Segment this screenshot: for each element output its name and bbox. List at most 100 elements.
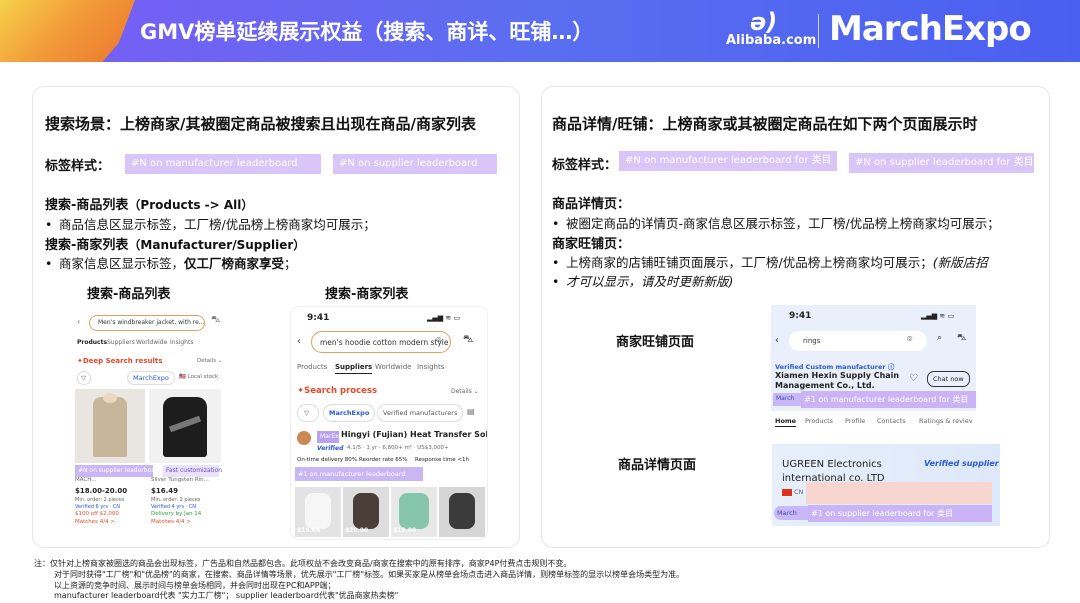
bullet-dot: • xyxy=(552,255,560,270)
supplier-search-input[interactable]: men's hoodie cotton modern style ⌾ xyxy=(311,331,451,353)
caption-store-page: 商家旺铺页面 xyxy=(616,335,695,350)
caption-supplier-list: 搜索-商家列表 xyxy=(325,287,409,302)
tab-products[interactable]: Products xyxy=(77,339,107,346)
supplier-product-image-3[interactable]: $19.00 xyxy=(391,487,437,537)
product-price-2: $16.49 xyxy=(151,487,179,495)
filter-icon[interactable]: ▽ xyxy=(77,371,91,385)
supplier-product-image-1[interactable]: $19.66 xyxy=(295,487,341,537)
tab-products[interactable]: Products xyxy=(297,363,327,371)
back-arrow-icon[interactable]: ‹ xyxy=(77,317,80,326)
supplier-product-image-4[interactable] xyxy=(439,487,485,537)
product-matches-2[interactable]: Matches 4/4 > xyxy=(151,519,191,525)
camera-icon[interactable]: ⌾ xyxy=(907,335,912,345)
left-tag-style-label: 标签样式： xyxy=(45,159,111,174)
section-product-list-name: 搜索-商品列表 xyxy=(45,198,129,213)
note-line-2: 对于同时获得"工厂榜"和"优品榜"的商家，在搜索、商品详情等场景，优先展示"工厂… xyxy=(54,570,685,579)
product-promo-1: $100 off $2,000 xyxy=(75,511,119,517)
store-search-input[interactable]: rings ⌾ xyxy=(789,331,927,351)
product-image-jacket[interactable] xyxy=(75,389,145,463)
bullet-text: 上榜商家的店铺旺铺页面展示，工厂榜/优品榜上榜商家均可展示； xyxy=(566,255,933,270)
back-arrow-icon[interactable]: ‹ xyxy=(775,335,779,346)
product-matches-1[interactable]: Matches 4/4 > xyxy=(75,519,115,525)
cart-icon[interactable]: ⛍ xyxy=(957,333,966,344)
product-min-order-1: Min. order: 2 pieces xyxy=(75,497,125,503)
supplier-rating: 4.1/5 · 1 yr · 6,800+ m² · US$3,000+ xyxy=(347,445,449,451)
tab-worldwide[interactable]: Worldwide xyxy=(375,363,411,371)
bullet-dot: • xyxy=(45,256,53,271)
local-stock-filter[interactable]: 🇺🇸 Local stock xyxy=(179,374,218,380)
us-flag-icon[interactable]: ▤ xyxy=(467,407,475,416)
tab-insights[interactable]: Insights xyxy=(417,363,444,371)
supplier-avatar xyxy=(297,431,311,445)
logo-divider xyxy=(818,14,819,48)
details-link[interactable]: Details ⌄ xyxy=(451,388,479,395)
filter-icon[interactable]: ▽ xyxy=(297,404,319,422)
marchexpo-filter[interactable]: MarchExpo xyxy=(323,404,376,422)
tag-supplier-leaderboard: #N on supplier leaderboard xyxy=(333,154,497,174)
tab-profile[interactable]: Profile xyxy=(845,417,865,425)
product-name-2: Silver Tungsten Rin... xyxy=(151,477,209,483)
screenshot-product-list: Men's windbreaker jacket, with re... ‹ ⛍… xyxy=(73,309,225,527)
chat-now-button[interactable]: Chat now xyxy=(927,371,970,387)
marchexpo-mini-badge: MarEx xyxy=(317,431,339,443)
march-badge: March xyxy=(773,393,801,406)
supplier-product-price-3: $19.00 xyxy=(393,527,417,534)
header-banner: GMV榜单延续展示权益（搜索、商详、旺铺…） ǝ) Alibaba.com Ma… xyxy=(0,0,1080,62)
tab-home[interactable]: Home xyxy=(775,417,797,427)
product-leaderboard-tag: #N on supplier leaderboard xyxy=(75,465,161,477)
section-detail-page-bullet: • 被圈定商品的详情页-商家信息区展示标签，工厂榜/优品榜上榜商家均可展示； xyxy=(552,213,1000,232)
section-detail-page-title: 商品详情页： xyxy=(552,197,631,212)
marchexpo-filter[interactable]: MarchExpo xyxy=(127,371,175,385)
bullet-dot: • xyxy=(552,216,560,231)
marchexpo-logo: MarchExpo xyxy=(829,9,1032,49)
section-product-list-title: 搜索-商品列表（Products -> All） xyxy=(45,194,253,213)
product-image-black-jacket[interactable] xyxy=(149,389,221,463)
tag-manufacturer-leaderboard: #N on manufacturer leaderboard xyxy=(125,154,321,174)
cn-flag-icon xyxy=(782,489,792,496)
tab-worldwide[interactable]: Worldwide xyxy=(136,339,167,346)
cart-icon[interactable]: ⛍ xyxy=(463,334,473,347)
back-arrow-icon[interactable]: ‹ xyxy=(297,336,301,347)
store-company-name: Xiamen Hexin Supply Chain Management Co.… xyxy=(775,371,900,390)
deep-search-text: Deep Search results xyxy=(82,357,163,365)
product-name-1: MACH... xyxy=(75,477,97,483)
product-verified-2: Verified 4 yrs · CN xyxy=(151,504,196,510)
tab-suppliers[interactable]: Suppliers xyxy=(335,363,373,374)
bullet-text: 商家信息区显示标签， xyxy=(59,256,185,271)
note-line-4: manufacturer leaderboard代表 "实力工厂榜"； supp… xyxy=(54,591,399,600)
bullet-text-italic: (新版店招 xyxy=(932,255,988,270)
details-link[interactable]: Details ⌄ xyxy=(197,358,222,364)
supplier-product-price-2: $20.00 xyxy=(345,527,369,534)
bullet-text-end: ； xyxy=(284,256,297,271)
search-scenario-card: 搜索场景：上榜商家/其被圈定商品被搜索且出现在商品/商家列表 标签样式： #N … xyxy=(32,86,520,548)
product-price-1: $18.00-20.00 xyxy=(75,487,128,495)
store-verified: Verified Custom manufacturer ⓘ xyxy=(775,363,895,371)
search-icon[interactable]: ⌕ xyxy=(937,333,942,343)
tab-ratings[interactable]: Ratings & reviev xyxy=(919,417,973,425)
bullet-text-bold: 仅工厂榜商家享受 xyxy=(184,256,285,271)
heart-icon[interactable]: ♡ xyxy=(909,373,918,384)
camera-icon[interactable]: ⌾ xyxy=(436,336,441,346)
tab-suppliers[interactable]: Suppliers xyxy=(107,339,135,346)
bullet-dot: • xyxy=(45,217,53,232)
cart-icon[interactable]: ⛍ xyxy=(211,315,220,326)
bullet-text-italic: 才可以显示，请及时更新新版) xyxy=(566,274,734,289)
alibaba-logo-text: Alibaba.com xyxy=(726,33,817,48)
right-tag-style-label: 标签样式： xyxy=(552,158,618,173)
supplier-product-image-2[interactable]: $20.00 xyxy=(343,487,389,537)
detail-store-card: 商品详情/旺铺：上榜商家或其被圈定商品在如下两个页面展示时 标签样式： #N o… xyxy=(541,86,1050,548)
product-delivery-2: Delivery by Jan 14 xyxy=(151,511,202,517)
verified-manufacturers-filter[interactable]: Verified manufacturers xyxy=(377,404,464,422)
alibaba-logo-mark: ǝ) xyxy=(750,8,778,36)
alibaba-logo: ǝ) Alibaba.com xyxy=(726,8,816,54)
product-search-input[interactable]: Men's windbreaker jacket, with re... xyxy=(89,315,205,331)
supplier-verified: Verified xyxy=(317,445,344,452)
product-min-order-2: Min. order: 2 pieces xyxy=(151,497,201,503)
tab-contacts[interactable]: Contacts xyxy=(877,417,906,425)
section-store-page-title: 商家旺铺页： xyxy=(552,237,631,252)
tab-insights[interactable]: Insights xyxy=(170,339,193,346)
detail-country: CN xyxy=(794,488,804,496)
store-tab-bar: Home Products Profile Contacts Ratings &… xyxy=(771,411,976,433)
supplier-name[interactable]: Hingyi (Fujian) Heat Transfer Sol... xyxy=(341,430,487,439)
tab-products[interactable]: Products xyxy=(805,417,833,425)
